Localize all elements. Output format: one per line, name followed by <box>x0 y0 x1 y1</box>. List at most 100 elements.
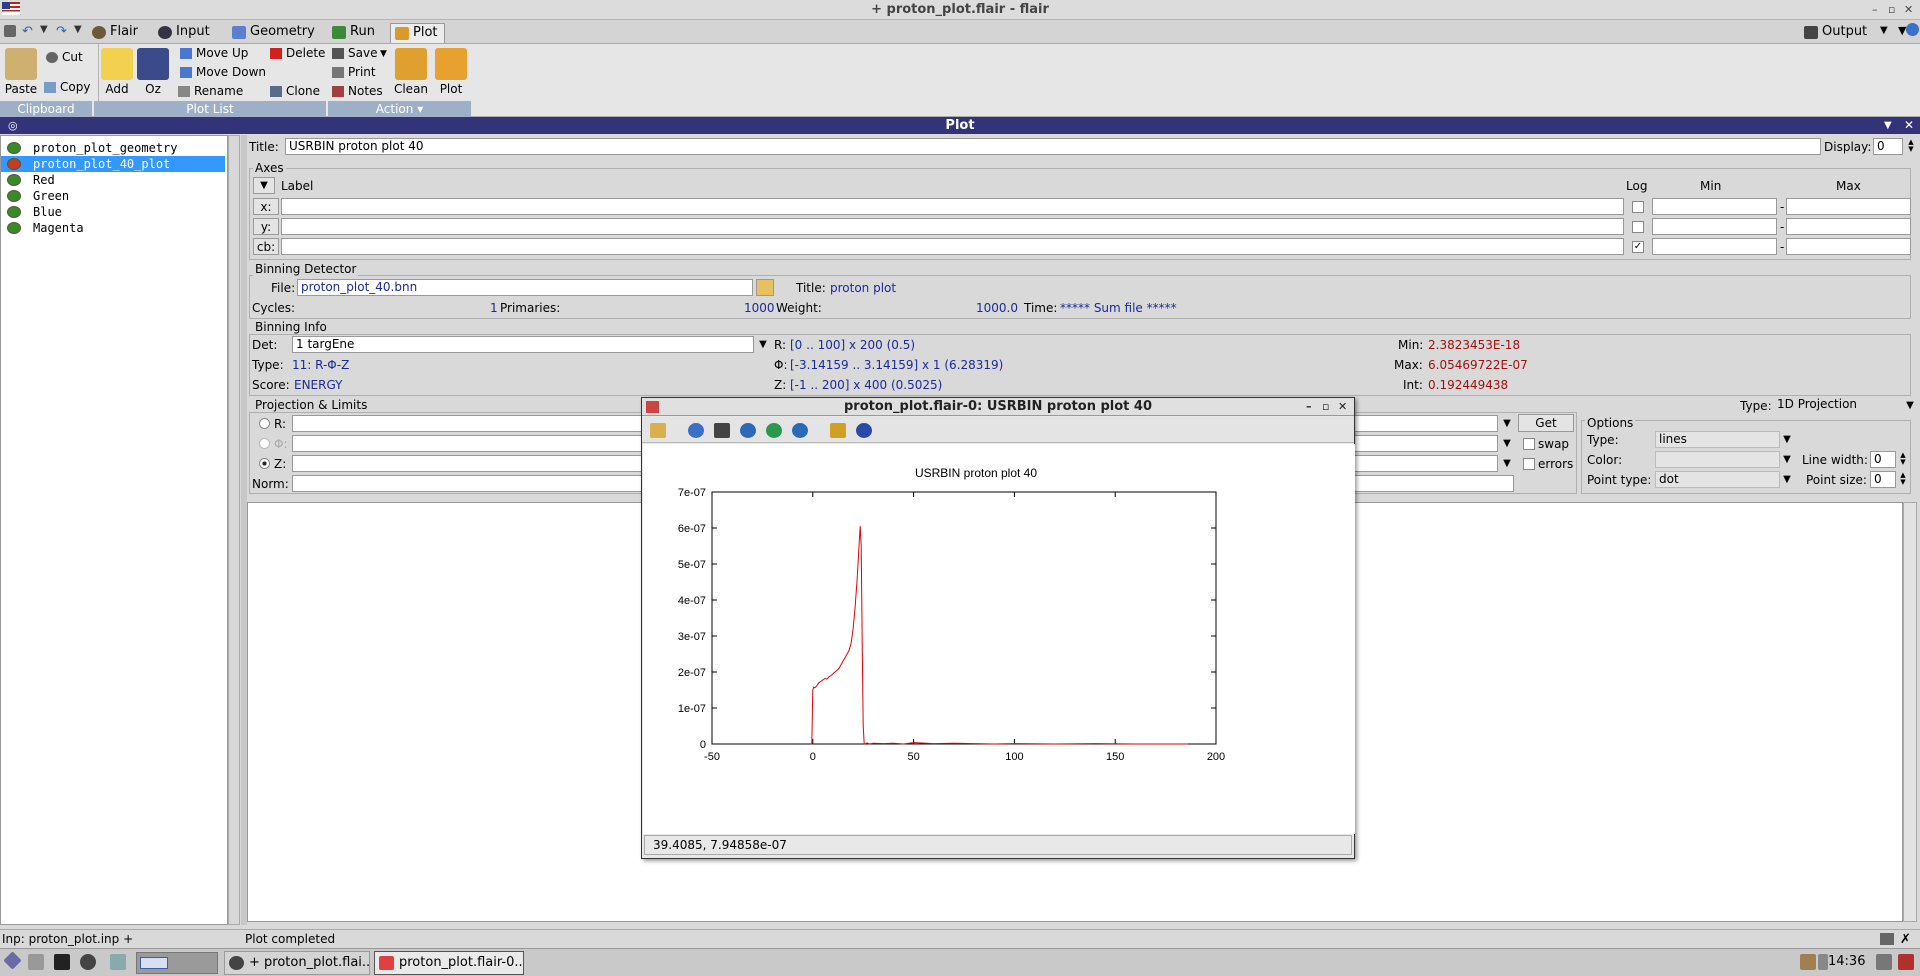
help-icon[interactable] <box>856 423 872 438</box>
tab-geometry[interactable]: Geometry <box>228 23 321 43</box>
plot-list-scrollbar[interactable] <box>228 135 240 925</box>
tab-flair[interactable]: Flair <box>88 23 144 43</box>
delete-button[interactable]: Delete <box>270 44 325 62</box>
undo-menu-icon[interactable]: ▼ <box>40 24 48 35</box>
y-axis-button[interactable]: y: <box>253 218 279 235</box>
display-field[interactable]: 0 <box>1873 138 1903 155</box>
open-icon[interactable] <box>650 423 666 438</box>
move-down-button[interactable]: Move Down <box>180 63 266 81</box>
line-width-field[interactable]: 0 <box>1870 451 1896 468</box>
list-item[interactable]: proton_plot_geometry <box>1 140 225 156</box>
maximize-icon[interactable]: ▫ <box>1888 3 1895 16</box>
file-field[interactable]: proton_plot_40.bnn <box>297 279 753 296</box>
list-item[interactable]: Magenta <box>1 220 225 236</box>
close-icon[interactable]: ✕ <box>1904 3 1913 16</box>
group-action[interactable]: Action ▾ <box>328 101 471 117</box>
volume-tray-icon[interactable] <box>1818 954 1828 970</box>
cut-button[interactable]: Cut <box>46 48 83 66</box>
cb-max-field[interactable] <box>1786 238 1911 255</box>
cb-axis-button[interactable]: cb: <box>253 238 279 255</box>
proj-z-dropdown-icon[interactable]: ▼ <box>1500 456 1514 471</box>
rename-button[interactable]: Rename <box>178 82 243 100</box>
copy-button[interactable]: Copy <box>44 78 90 96</box>
output-menu[interactable]: Output <box>1800 23 1873 43</box>
det-select[interactable]: 1 targEne <box>292 336 754 353</box>
notes-button[interactable]: Notes <box>332 82 383 100</box>
panel-menu-icon[interactable]: ◎ <box>8 117 18 134</box>
plot-window-minimize-icon[interactable]: – <box>1306 398 1312 416</box>
title-field[interactable]: USRBIN proton plot 40 <box>285 138 1821 155</box>
cb-axis-label-field[interactable] <box>281 238 1624 255</box>
zoom-in-icon[interactable] <box>766 423 782 438</box>
status-window-icon[interactable] <box>1880 933 1894 945</box>
logout-icon[interactable] <box>1898 954 1914 970</box>
flair-launcher-icon[interactable] <box>80 954 96 970</box>
save-quick-icon[interactable] <box>4 25 16 37</box>
swap-checkbox[interactable] <box>1523 438 1535 450</box>
print-button[interactable]: Print <box>332 63 376 81</box>
y-log-checkbox[interactable] <box>1632 221 1644 233</box>
display-spinner[interactable]: ▲ ▼ <box>1906 139 1916 154</box>
zoom-out-icon[interactable] <box>740 423 756 438</box>
opt-color-select[interactable] <box>1655 451 1780 468</box>
point-size-field[interactable]: 0 <box>1870 471 1896 488</box>
det-dropdown-icon[interactable]: ▼ <box>756 337 770 352</box>
pane-splitter[interactable] <box>241 135 247 925</box>
opt-point-type-select[interactable]: dot <box>1655 471 1780 488</box>
opt-type-dropdown-icon[interactable]: ▼ <box>1780 432 1794 447</box>
plot-window-maximize-icon[interactable]: ▫ <box>1322 398 1329 416</box>
zoom-fit-icon[interactable] <box>792 423 808 438</box>
status-tools-icon[interactable]: ✗ <box>1900 931 1911 949</box>
wrench-icon[interactable] <box>830 423 846 438</box>
r-radio[interactable] <box>259 418 270 429</box>
oz-button[interactable]: Oz <box>132 48 174 96</box>
point-size-spinner[interactable]: ▲ ▼ <box>1898 472 1908 487</box>
tab-input[interactable]: Input <box>154 23 216 43</box>
flag-icon[interactable] <box>2 2 20 15</box>
line-width-spinner[interactable]: ▲ ▼ <box>1898 452 1908 467</box>
windows-icon[interactable] <box>110 954 126 970</box>
panel-dropdown-icon[interactable]: ▼ <box>1884 117 1892 134</box>
opt-point-type-dropdown-icon[interactable]: ▼ <box>1780 472 1794 487</box>
start-menu-icon[interactable] <box>3 951 22 970</box>
get-button[interactable]: Get <box>1518 414 1574 432</box>
redo-menu-icon[interactable]: ▼ <box>74 24 82 35</box>
list-item[interactable]: Red <box>1 172 225 188</box>
cb-log-checkbox[interactable]: ✓ <box>1632 241 1644 253</box>
proj-type-select[interactable]: 1D Projection <box>1774 397 1904 414</box>
workspace-pager[interactable] <box>136 952 218 974</box>
list-item[interactable]: Blue <box>1 204 225 220</box>
phi-radio[interactable] <box>259 438 270 449</box>
opt-type-select[interactable]: lines <box>1655 431 1780 448</box>
axes-collapse-button[interactable]: ▼ <box>253 177 275 194</box>
form-scrollbar[interactable] <box>1903 502 1917 922</box>
save-button[interactable]: Save <box>332 44 377 62</box>
undo-icon[interactable]: ↶ <box>22 24 33 39</box>
errors-checkbox[interactable] <box>1523 458 1535 470</box>
save-dropdown-icon[interactable]: ▼ <box>380 49 387 59</box>
workspace-1[interactable] <box>140 957 168 969</box>
list-item[interactable]: proton_plot_40_plot <box>1 156 225 172</box>
y-min-field[interactable] <box>1652 218 1777 235</box>
y-axis-label-field[interactable] <box>281 218 1624 235</box>
tab-run[interactable]: Run <box>328 23 381 43</box>
clone-button[interactable]: Clone <box>270 82 320 100</box>
tab-plot[interactable]: Plot <box>390 23 445 43</box>
x-max-field[interactable] <box>1786 198 1911 215</box>
open-folder-icon[interactable] <box>756 279 774 296</box>
redo-icon[interactable]: ↷ <box>56 24 67 39</box>
help-icon[interactable] <box>1906 23 1919 36</box>
plot-chart[interactable]: USRBIN proton plot 40-50 0 50 100 150 20001e-… <box>643 444 1355 834</box>
taskbar-item-plot[interactable]: proton_plot.flair-0... <box>374 951 524 975</box>
proj-type-dropdown-icon[interactable]: ▼ <box>1903 398 1917 413</box>
y-max-field[interactable] <box>1786 218 1911 235</box>
taskbar-item-flair[interactable]: + proton_plot.flai... <box>224 951 370 975</box>
output-dropdown-icon[interactable]: ▼ <box>1880 25 1888 36</box>
clean-button[interactable]: Clean <box>390 48 432 96</box>
clipboard-tray-icon[interactable] <box>1800 954 1816 970</box>
x-min-field[interactable] <box>1652 198 1777 215</box>
proj-phi-dropdown-icon[interactable]: ▼ <box>1500 436 1514 451</box>
plot-window-close-icon[interactable]: ✕ <box>1338 398 1347 416</box>
x-axis-button[interactable]: x: <box>253 198 279 215</box>
opt-color-dropdown-icon[interactable]: ▼ <box>1780 452 1794 467</box>
